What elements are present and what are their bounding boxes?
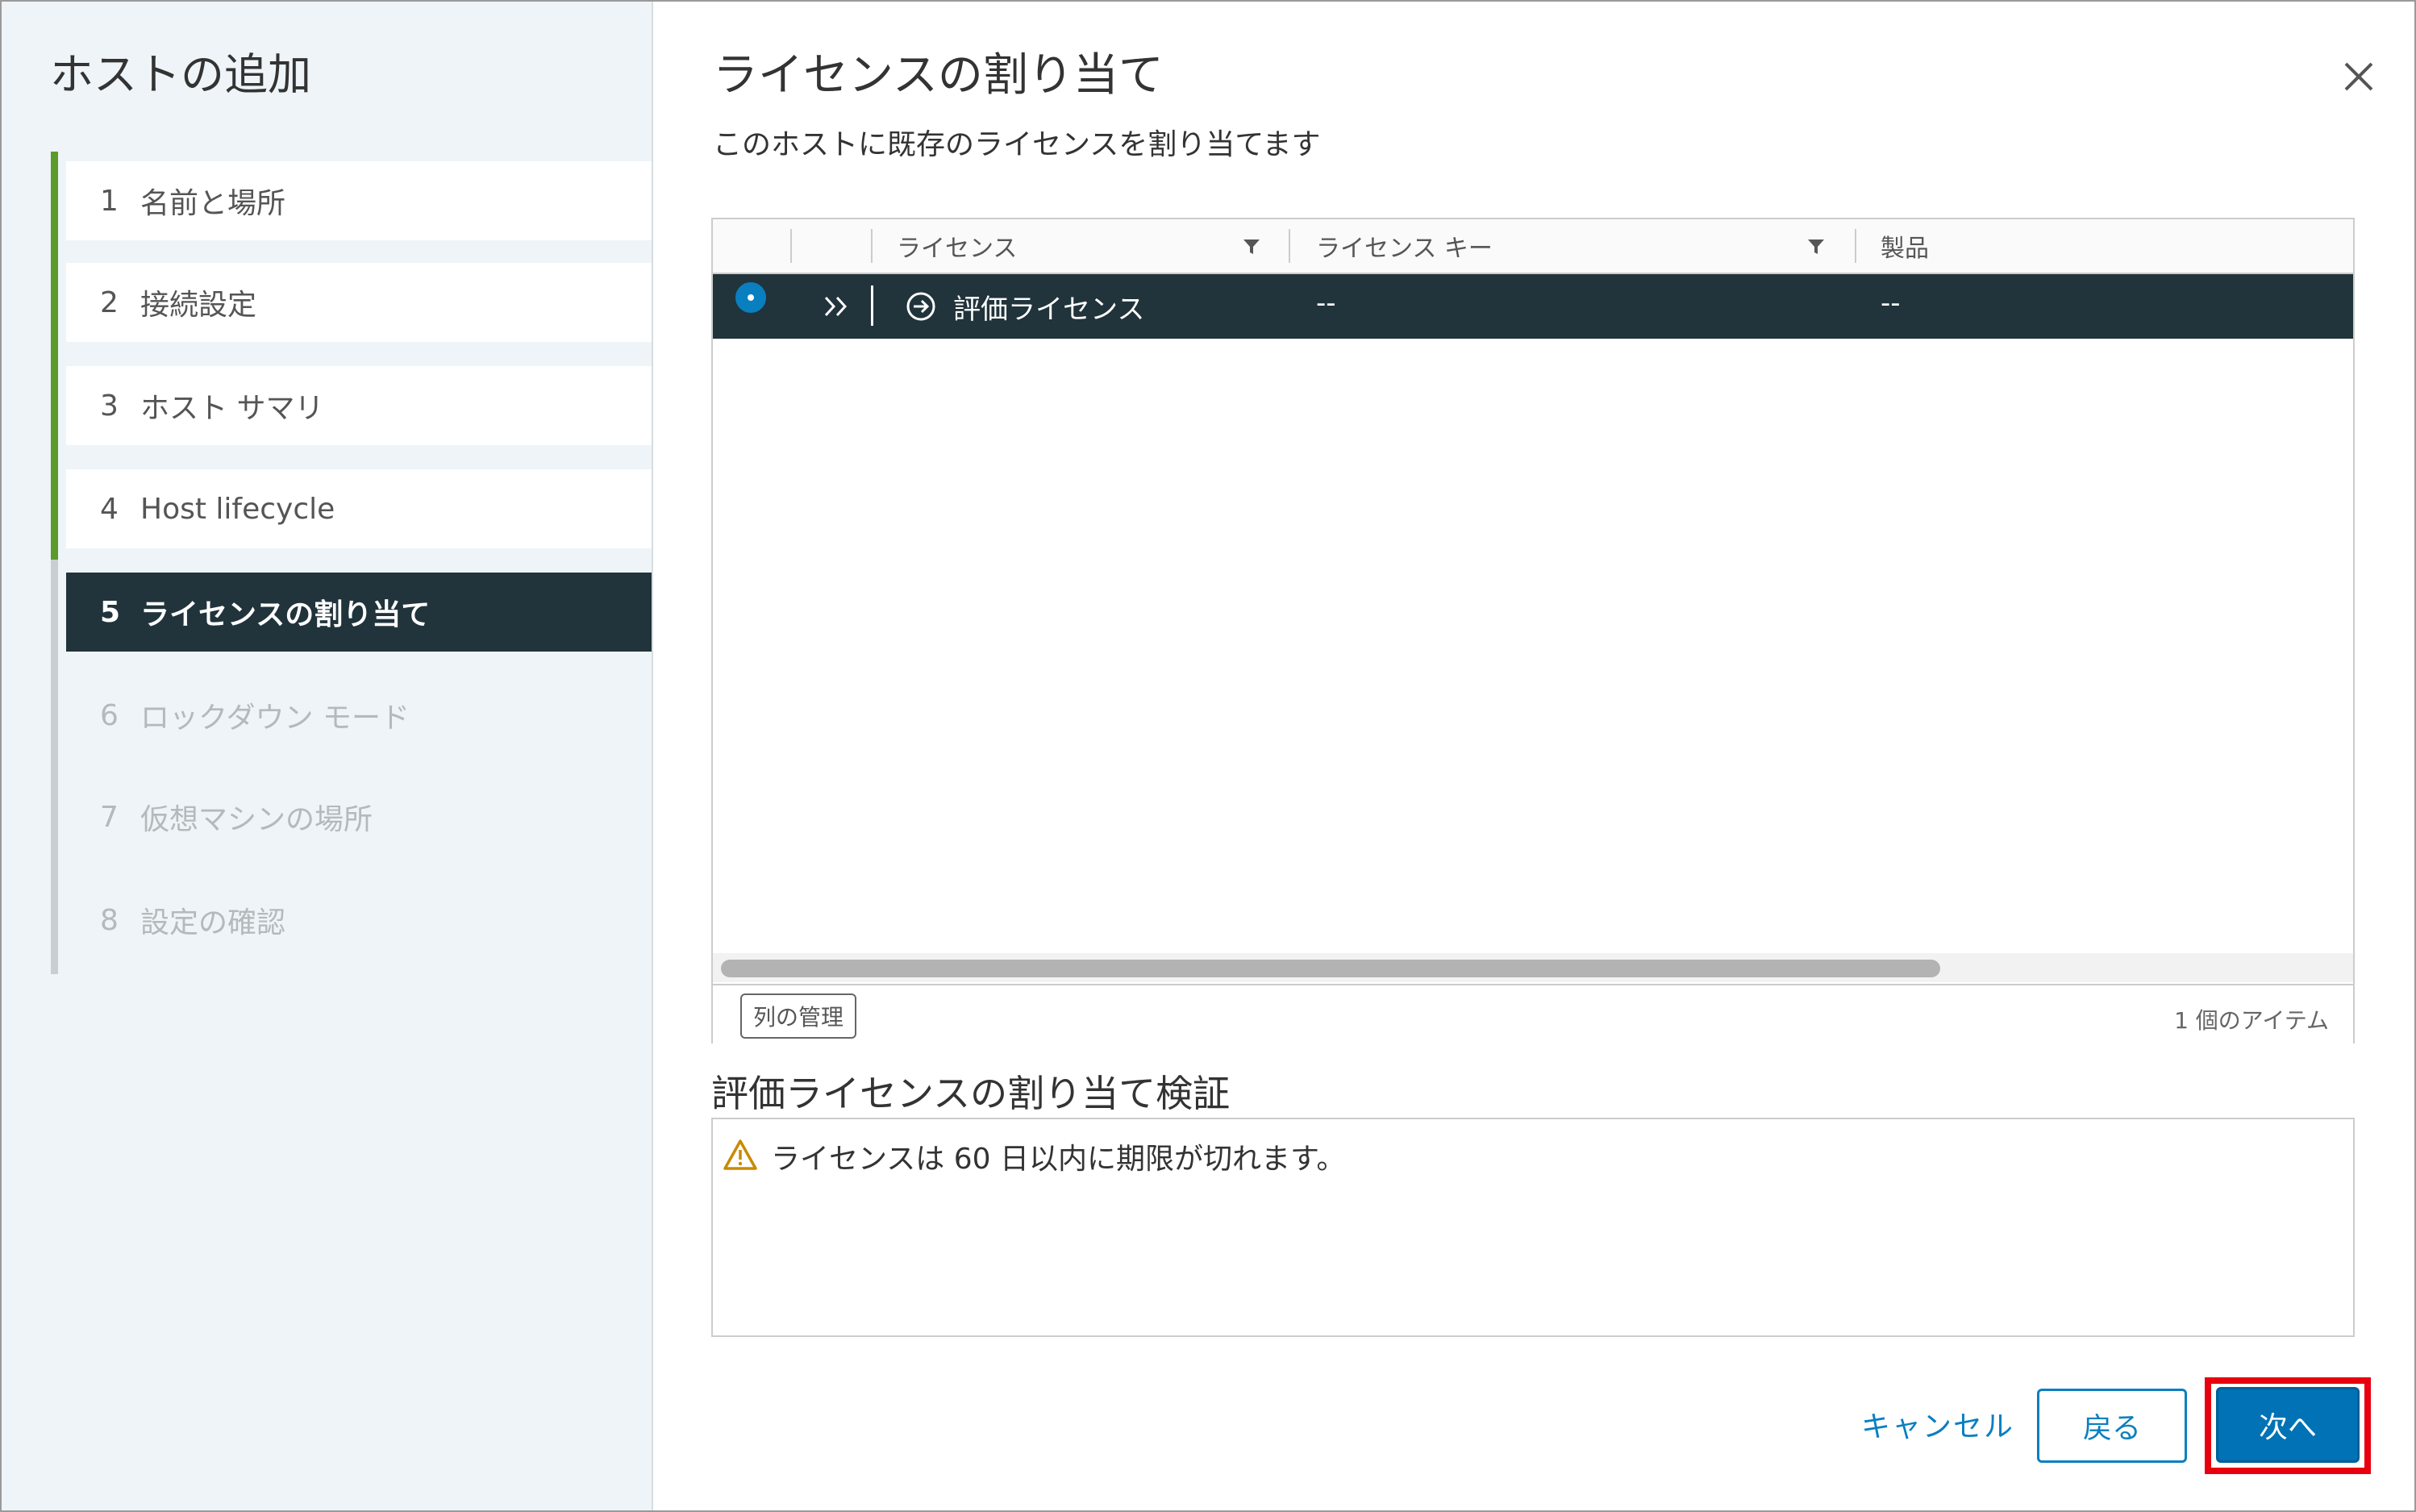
column-header-product[interactable]: 製品 <box>1881 219 1929 273</box>
step-progress-remaining <box>51 560 58 974</box>
close-button[interactable] <box>2339 56 2379 97</box>
step-label: ホスト サマリ <box>140 392 324 425</box>
row-separator <box>871 285 873 326</box>
close-icon <box>2344 62 2373 91</box>
column-header-license-key[interactable]: ライセンス キー <box>1316 219 1493 273</box>
cell-license-key: -- <box>1316 287 1336 319</box>
warning-triangle-icon <box>723 1139 757 1170</box>
filter-icon[interactable] <box>1242 237 1261 256</box>
add-host-dialog: ホストの追加 1 名前と場所 2 接続設定 3 ホスト サマリ 4 Host l… <box>0 0 2416 1512</box>
step-label: 接続設定 <box>140 289 257 322</box>
step-number: 5 <box>100 595 121 629</box>
step-label: 名前と場所 <box>140 187 286 220</box>
double-chevron-right-icon[interactable] <box>823 295 850 318</box>
filter-icon[interactable] <box>1806 237 1826 256</box>
cancel-button[interactable]: キャンセル <box>1853 1387 2022 1461</box>
arrow-circle-right-icon[interactable] <box>905 290 937 323</box>
wizard-title: ホストの追加 <box>50 49 311 100</box>
step-number: 2 <box>100 285 119 319</box>
validation-box: ライセンスは 60 日以内に期限が切れます。 <box>711 1118 2355 1337</box>
step-number: 4 <box>100 492 119 526</box>
license-datagrid: ライセンス ライセンス キー 製品 評価ライセンス -- -- 列の管理 1 個… <box>711 218 2355 1043</box>
step-number: 3 <box>100 389 119 423</box>
horizontal-scrollbar[interactable] <box>713 953 2353 982</box>
step-number: 1 <box>100 184 119 218</box>
step-label: 仮想マシンの場所 <box>140 803 373 836</box>
step-label: ロックダウン モード <box>140 702 410 735</box>
column-separator <box>790 229 792 263</box>
column-separator[interactable] <box>1855 229 1856 263</box>
cell-license: 評価ライセンス <box>953 294 1145 326</box>
cell-product: -- <box>1881 287 1901 319</box>
validation-message: ライセンスは 60 日以内に期限が切れます。 <box>771 1143 1346 1176</box>
datagrid-footer: 列の管理 1 個のアイテム <box>713 984 2353 1043</box>
back-button[interactable]: 戻る <box>2037 1389 2187 1463</box>
column-separator <box>871 229 873 263</box>
wizard-step-host-lifecycle[interactable]: 4 Host lifecycle <box>66 469 652 548</box>
page-subtitle: このホストに既存のライセンスを割り当てます <box>713 128 1321 161</box>
table-row[interactable]: 評価ライセンス -- -- <box>713 274 2353 339</box>
step-label: Host lifecycle <box>140 492 335 526</box>
item-count: 1 個のアイテム <box>2174 1007 2329 1034</box>
step-label: ライセンスの割り当て <box>140 598 431 631</box>
wizard-step-assign-license[interactable]: 5 ライセンスの割り当て <box>66 573 652 652</box>
manage-columns-button[interactable]: 列の管理 <box>740 993 857 1039</box>
wizard-step-vm-location: 7 仮想マシンの場所 <box>66 777 652 856</box>
page-title: ライセンスの割り当て <box>713 49 1164 102</box>
column-header-license[interactable]: ライセンス <box>897 219 1017 273</box>
row-select-radio[interactable] <box>735 282 766 313</box>
step-label: 設定の確認 <box>140 906 286 939</box>
wizard-step-name-and-location[interactable]: 1 名前と場所 <box>66 161 652 240</box>
wizard-step-connection-settings[interactable]: 2 接続設定 <box>66 263 652 342</box>
step-number: 7 <box>100 800 119 834</box>
step-number: 8 <box>100 903 119 937</box>
wizard-step-ready-to-complete: 8 設定の確認 <box>66 881 652 960</box>
wizard-step-lockdown-mode: 6 ロックダウン モード <box>66 676 652 755</box>
step-progress-completed <box>51 152 58 560</box>
next-button[interactable]: 次へ <box>2216 1387 2360 1463</box>
datagrid-header: ライセンス ライセンス キー 製品 <box>713 219 2353 274</box>
validation-title: 評価ライセンスの割り当て検証 <box>711 1072 1231 1115</box>
scrollbar-thumb[interactable] <box>721 960 1940 977</box>
wizard-sidebar: ホストの追加 1 名前と場所 2 接続設定 3 ホスト サマリ 4 Host l… <box>2 2 653 1510</box>
wizard-step-host-summary[interactable]: 3 ホスト サマリ <box>66 366 652 445</box>
step-number: 6 <box>100 698 119 732</box>
column-separator[interactable] <box>1289 229 1290 263</box>
